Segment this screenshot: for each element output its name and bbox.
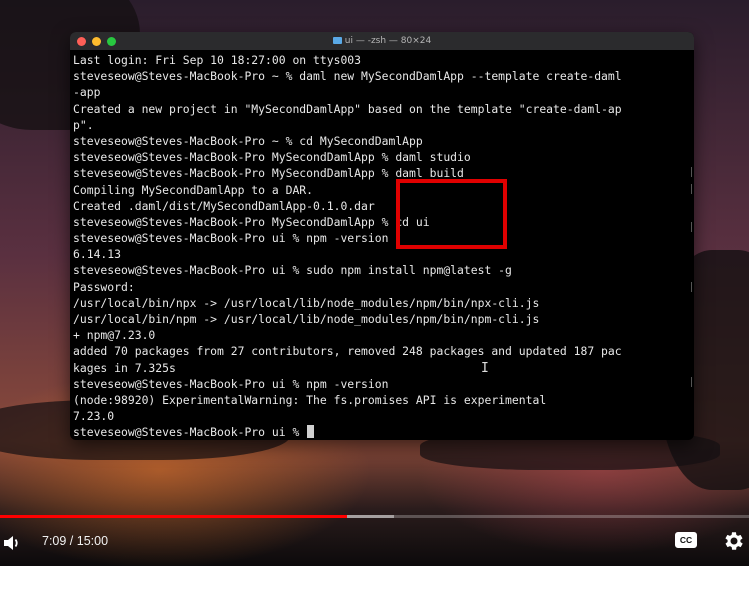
- terminal-line: /usr/local/bin/npm -> /usr/local/lib/nod…: [73, 311, 694, 327]
- text-cursor-icon: I: [481, 361, 489, 376]
- volume-icon[interactable]: [2, 533, 22, 553]
- terminal-line-text: + npm@7.23.0: [73, 328, 156, 343]
- terminal-line-text: /usr/local/bin/npm -> /usr/local/lib/nod…: [73, 312, 540, 326]
- progress-bar[interactable]: [0, 515, 749, 518]
- terminal-line-text: 7.23.0: [73, 409, 115, 424]
- folder-icon: [332, 37, 342, 44]
- terminal-line: Last login: Fri Sep 10 18:27:00 on ttys0…: [73, 52, 694, 68]
- terminal-line-text: steveseow@Steves-MacBook-Pro ui % npm -v…: [73, 376, 389, 391]
- terminal-line: 6.14.13: [73, 246, 694, 262]
- terminal-line-text: p".: [73, 117, 94, 132]
- scroll-indicator: [691, 184, 692, 194]
- terminal-output[interactable]: Last login: Fri Sep 10 18:27:00 on ttys0…: [70, 50, 694, 440]
- terminal-titlebar: ui — -zsh — 80×24: [70, 32, 694, 50]
- terminal-line-text: steveseow@Steves-MacBook-Pro ~ % cd MySe…: [73, 133, 423, 148]
- terminal-line-text: steveseow@Steves-MacBook-Pro ui % npm -v…: [73, 231, 389, 246]
- terminal-line-text: Created .daml/dist/MySecondDamlApp-0.1.0…: [73, 198, 375, 213]
- terminal-line: steveseow@Steves-MacBook-Pro ui % npm -v…: [73, 230, 694, 246]
- video-frame[interactable]: ui — -zsh — 80×24 Last login: Fri Sep 10…: [0, 0, 749, 566]
- terminal-line: steveseow@Steves-MacBook-Pro ~ % daml ne…: [73, 68, 694, 84]
- terminal-line: steveseow@Steves-MacBook-Pro MySecondDam…: [73, 165, 694, 181]
- cc-icon[interactable]: CC: [675, 532, 697, 548]
- below-video-area: [0, 566, 749, 592]
- terminal-line-text: kages in 7.325s: [73, 360, 176, 375]
- terminal-line: Password:: [73, 279, 694, 295]
- terminal-line: steveseow@Steves-MacBook-Pro MySecondDam…: [73, 149, 694, 165]
- terminal-line-text: /usr/local/bin/npx -> /usr/local/lib/nod…: [73, 295, 540, 310]
- terminal-line-text: steveseow@Steves-MacBook-Pro ui % sudo n…: [73, 263, 512, 278]
- terminal-line: (node:98920) ExperimentalWarning: The fs…: [73, 392, 694, 408]
- terminal-line: -app: [73, 84, 694, 100]
- scroll-indicator: [691, 377, 692, 387]
- terminal-line: steveseow@Steves-MacBook-Pro ui % sudo n…: [73, 262, 694, 278]
- terminal-line: Created .daml/dist/MySecondDamlApp-0.1.0…: [73, 198, 694, 214]
- terminal-line-text: Password:: [73, 279, 135, 294]
- terminal-line: steveseow@Steves-MacBook-Pro ~ % cd MySe…: [73, 133, 694, 149]
- terminal-line-text: -app: [73, 85, 101, 100]
- terminal-window[interactable]: ui — -zsh — 80×24 Last login: Fri Sep 10…: [70, 32, 694, 440]
- terminal-line: steveseow@Steves-MacBook-Pro MySecondDam…: [73, 214, 694, 230]
- scroll-indicator: [691, 222, 692, 232]
- scroll-indicator: [691, 167, 692, 177]
- time-display: 7:09 / 15:00: [42, 534, 109, 548]
- terminal-line: kages in 7.325s: [73, 360, 694, 376]
- terminal-line: + npm@7.23.0: [73, 327, 694, 343]
- terminal-line-text: steveseow@Steves-MacBook-Pro ~ % daml ne…: [73, 69, 622, 84]
- terminal-line-text: 6.14.13: [73, 247, 122, 262]
- annotation-highlight-box: [396, 179, 507, 249]
- terminal-line-text: Last login: Fri Sep 10 18:27:00 on ttys0…: [73, 53, 362, 67]
- terminal-line: /usr/local/bin/npx -> /usr/local/lib/nod…: [73, 295, 694, 311]
- terminal-line: Created a new project in "MySecondDamlAp…: [73, 101, 694, 117]
- terminal-cursor: [307, 425, 315, 439]
- terminal-title-text: ui — -zsh — 80×24: [344, 36, 432, 46]
- terminal-line-text: steveseow@Steves-MacBook-Pro MySecondDam…: [73, 214, 430, 229]
- terminal-line-text: Compiling MySecondDamlApp to a DAR.: [73, 182, 314, 197]
- progress-played: [0, 515, 347, 518]
- terminal-title: ui — -zsh — 80×24: [70, 32, 694, 50]
- terminal-line: added 70 packages from 27 contributors, …: [73, 343, 694, 359]
- terminal-line: 7.23.0: [73, 408, 694, 424]
- scroll-indicator: [691, 282, 692, 292]
- player-controls: 7:09 / 15:00 CC: [0, 520, 749, 566]
- terminal-line-text: (node:98920) ExperimentalWarning: The fs…: [73, 392, 547, 407]
- terminal-line: steveseow@Steves-MacBook-Pro ui %: [73, 424, 694, 440]
- terminal-line: steveseow@Steves-MacBook-Pro ui % npm -v…: [73, 376, 694, 392]
- terminal-line: p".: [73, 117, 694, 133]
- terminal-line-text: added 70 packages from 27 contributors, …: [73, 344, 622, 359]
- terminal-line-text: Created a new project in "MySecondDamlAp…: [73, 101, 622, 116]
- terminal-line: Compiling MySecondDamlApp to a DAR.: [73, 182, 694, 198]
- terminal-line-text: steveseow@Steves-MacBook-Pro MySecondDam…: [73, 150, 471, 165]
- terminal-line-text: steveseow@Steves-MacBook-Pro ui %: [73, 425, 307, 440]
- gear-icon[interactable]: [722, 529, 746, 553]
